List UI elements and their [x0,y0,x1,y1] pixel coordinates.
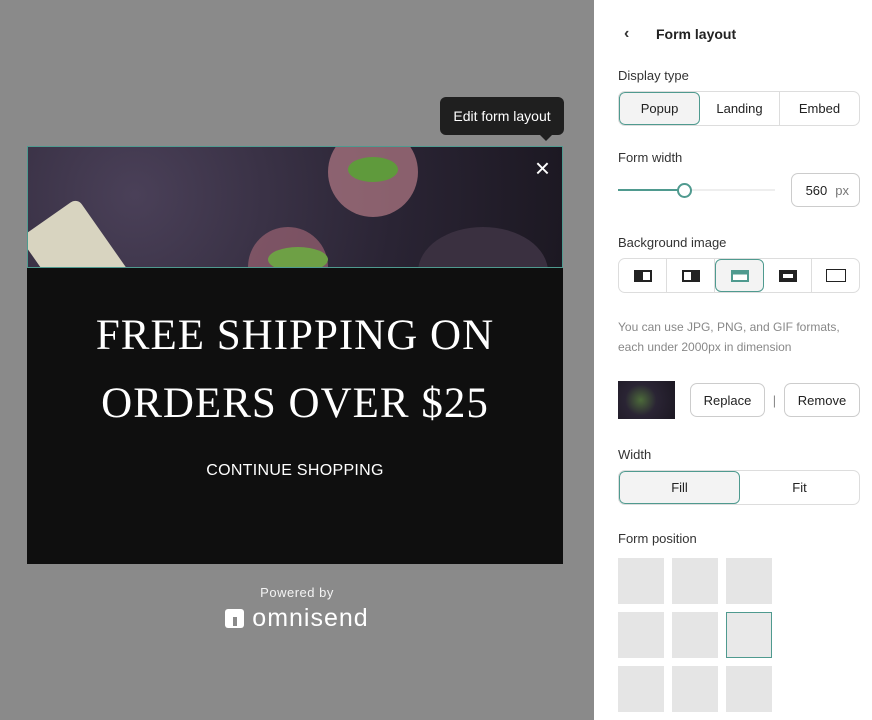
form-width-value: 560 [805,182,828,198]
image-full-icon [825,269,846,282]
form-position-cell[interactable] [726,612,772,658]
display-type-embed[interactable]: Embed [780,92,859,125]
form-layout-panel: ‹ Form layout Display type Popup Landing … [594,0,872,720]
form-position-grid [618,558,860,712]
form-position-cell[interactable] [672,612,718,658]
form-position-label: Form position [618,531,697,546]
headline: FREE SHIPPING ON ORDERS OVER $25 [27,302,563,438]
form-position-cell[interactable] [618,558,664,604]
display-type-landing[interactable]: Landing [700,92,780,125]
form-position-cell[interactable] [618,612,664,658]
form-width-slider[interactable] [618,180,775,200]
background-thumbnail [618,381,675,419]
close-icon[interactable]: × [535,155,550,181]
powered-by: Powered by [260,585,334,600]
background-image-selector [618,258,860,293]
panel-title: Form layout [656,26,737,42]
omnisend-brand: omnisend [0,604,594,633]
headline-line: FREE SHIPPING ON [95,312,495,359]
display-type-popup[interactable]: Popup [619,92,700,125]
bowl-shape [418,227,548,267]
omnisend-logo-icon [225,609,245,628]
image-inset-icon [778,269,797,282]
form-position-cell[interactable] [726,558,772,604]
width-label: Width [618,447,652,462]
separator: | [772,392,777,408]
width-fill[interactable]: Fill [619,471,740,504]
replace-button[interactable]: Replace [690,383,765,417]
image-inset-option[interactable] [764,259,812,292]
format-hint: You can use JPG, PNG, and GIF formats, e… [618,320,840,354]
image-full-option[interactable] [812,259,859,292]
continue-shopping-button[interactable]: CONTINUE SHOPPING [27,462,563,480]
form-position-cell[interactable] [672,666,718,712]
form-position-cell[interactable] [618,666,664,712]
form-width-label: Form width [618,150,683,165]
remove-button[interactable]: Remove [784,383,860,417]
image-right-icon [681,269,700,282]
popup-body: FREE SHIPPING ON ORDERS OVER $25 CONTINU… [27,268,563,564]
width-selector: Fill Fit [618,470,860,505]
edit-layout-tooltip: Edit form layout [440,97,564,141]
preview-canvas: Edit form layout × FREE SHIPPING ON ORDE… [0,0,594,720]
back-icon[interactable]: ‹ [618,25,656,43]
form-width-input[interactable]: 560 px [791,173,860,207]
leaf-shape [268,247,328,267]
background-image-label: Background image [618,235,727,250]
image-right-option[interactable] [667,259,715,292]
display-type-selector: Popup Landing Embed [618,91,860,126]
banner-image[interactable]: × [27,146,563,268]
slider-thumb[interactable] [676,183,692,198]
width-fit[interactable]: Fit [740,471,859,504]
display-type-label: Display type [618,68,689,83]
slider-fill [618,189,684,191]
image-left-icon [633,269,652,282]
form-width-unit: px [835,182,849,198]
headline-line: ORDERS OVER $25 [101,380,489,427]
form-position-cell[interactable] [726,666,772,712]
image-top-icon [730,269,749,282]
image-top-option[interactable] [715,259,764,292]
bottle-shape [28,197,147,267]
image-left-option[interactable] [619,259,667,292]
brand-name: omnisend [252,604,369,632]
form-position-cell[interactable] [672,558,718,604]
leaf-shape [348,157,398,182]
